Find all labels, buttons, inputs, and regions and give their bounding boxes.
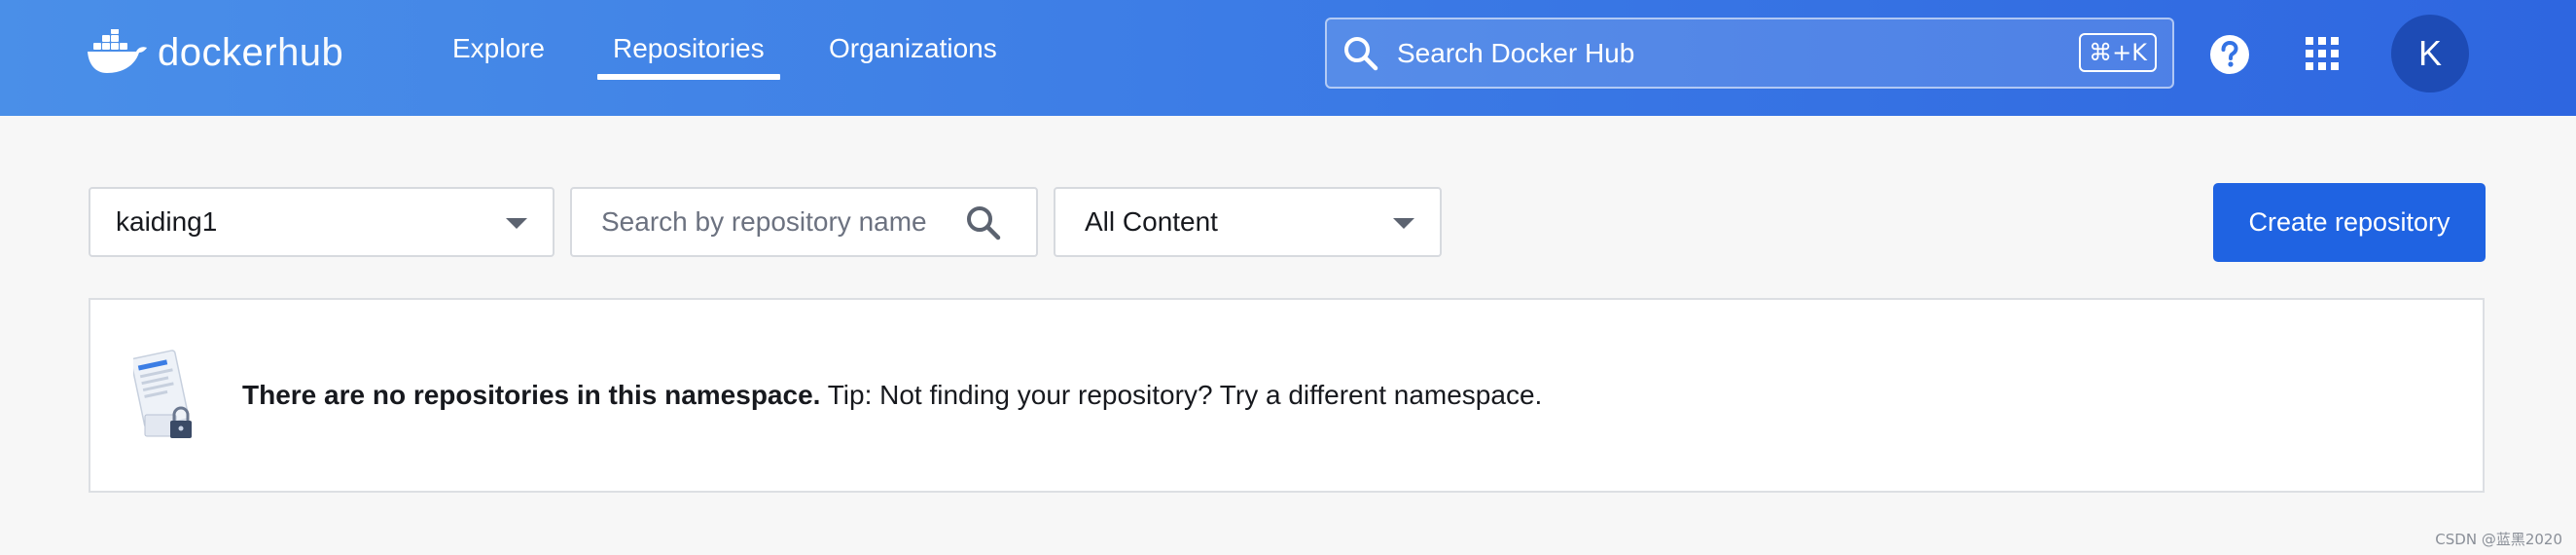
content-type-select-value: All Content (1085, 206, 1218, 237)
empty-repositories-panel: There are no repositories in this namesp… (89, 298, 2485, 493)
nav-organizations[interactable]: Organizations (829, 29, 997, 68)
top-navigation-bar: dockerhub Explore Repositories Organizat… (0, 0, 2576, 116)
logo-brand: docker (158, 30, 278, 74)
nav-explore[interactable]: Explore (452, 29, 545, 68)
docker-whale-icon (86, 29, 150, 76)
repository-search-input[interactable] (601, 189, 961, 255)
logo-wordmark: dockerhub (158, 31, 343, 75)
source-watermark: CSDN @蓝黑2020 (2435, 531, 2562, 548)
help-circle-icon[interactable] (2208, 33, 2251, 76)
global-search-input[interactable] (1397, 19, 2078, 87)
search-icon[interactable] (965, 204, 1002, 241)
namespace-select-value: kaiding1 (116, 206, 218, 237)
empty-state-title: There are no repositories in this namesp… (242, 380, 821, 410)
caret-down-icon (506, 218, 527, 229)
search-icon (1342, 35, 1379, 72)
namespace-select[interactable]: kaiding1 (89, 187, 555, 257)
empty-state-tip: Tip: Not finding your repository? Try a … (820, 380, 1543, 410)
logo-product: hub (277, 30, 344, 74)
user-avatar[interactable]: K (2391, 15, 2469, 92)
repository-search[interactable] (570, 187, 1038, 257)
locked-document-icon (130, 343, 201, 450)
caret-down-icon (1393, 218, 1414, 229)
nav-repositories[interactable]: Repositories (597, 29, 780, 80)
search-shortcut-badge: ⌘+K (2079, 33, 2157, 72)
create-repository-button[interactable]: Create repository (2213, 183, 2486, 262)
docker-hub-logo[interactable]: dockerhub (86, 27, 343, 78)
content-type-select[interactable]: All Content (1054, 187, 1442, 257)
empty-state-message: There are no repositories in this namesp… (242, 300, 1542, 491)
grid-apps-icon[interactable] (2306, 37, 2339, 70)
global-search[interactable]: ⌘+K (1325, 18, 2174, 89)
